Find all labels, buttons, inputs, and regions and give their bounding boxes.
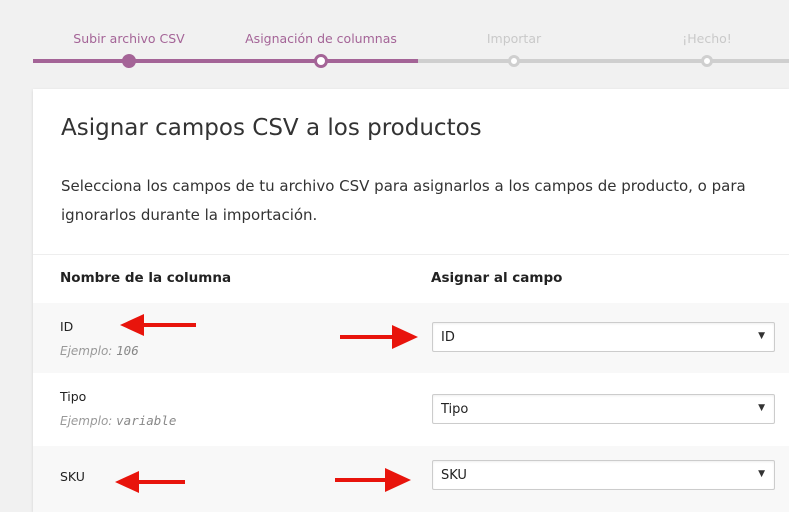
select-value: ID xyxy=(441,330,455,345)
annotation-arrow-right-icon xyxy=(340,325,418,349)
table-row: Tipo Ejemplo: variable Tipo ▼ xyxy=(33,373,789,446)
select-value: SKU xyxy=(441,468,467,483)
annotation-arrow-left-icon xyxy=(120,314,196,336)
column-name: ID xyxy=(60,319,74,334)
annotation-arrow-right-icon xyxy=(335,468,411,492)
import-steps: Subir archivo CSV Asignación de columnas… xyxy=(0,0,789,80)
column-example: Ejemplo: variable xyxy=(60,413,177,428)
divider xyxy=(33,254,789,255)
step-column-mapping-label: Asignación de columnas xyxy=(245,31,397,46)
page-title: Asignar campos CSV a los productos xyxy=(61,115,482,141)
page-description: Selecciona los campos de tu archivo CSV … xyxy=(61,177,746,224)
column-name-header: Nombre de la columna xyxy=(60,270,232,286)
step-import-dot xyxy=(508,55,520,67)
step-column-mapping-dot xyxy=(314,54,328,68)
map-field-select[interactable]: SKU ▼ xyxy=(432,460,775,490)
step-done-label: ¡Hecho! xyxy=(682,31,732,46)
step-import-label: Importar xyxy=(486,31,542,46)
chevron-down-icon: ▼ xyxy=(758,469,765,479)
map-field-select[interactable]: ID ▼ xyxy=(432,322,775,352)
column-name: Tipo xyxy=(60,389,87,404)
chevron-down-icon: ▼ xyxy=(758,331,765,341)
annotation-arrow-left-icon xyxy=(115,471,185,493)
map-to-field-header: Asignar al campo xyxy=(431,270,563,286)
step-upload-csv-dot xyxy=(122,54,136,68)
column-example: Ejemplo: 106 xyxy=(60,343,139,358)
column-mapping-card: Asignar campos CSV a los productos Selec… xyxy=(33,89,789,512)
progress-track-pending xyxy=(418,59,789,63)
select-value: Tipo xyxy=(441,402,469,417)
chevron-down-icon: ▼ xyxy=(758,403,765,413)
step-done-dot xyxy=(701,55,713,67)
step-upload-csv-label: Subir archivo CSV xyxy=(73,31,185,46)
map-field-select[interactable]: Tipo ▼ xyxy=(432,394,775,424)
column-name: SKU xyxy=(60,469,85,484)
progress-track-completed xyxy=(33,59,418,63)
